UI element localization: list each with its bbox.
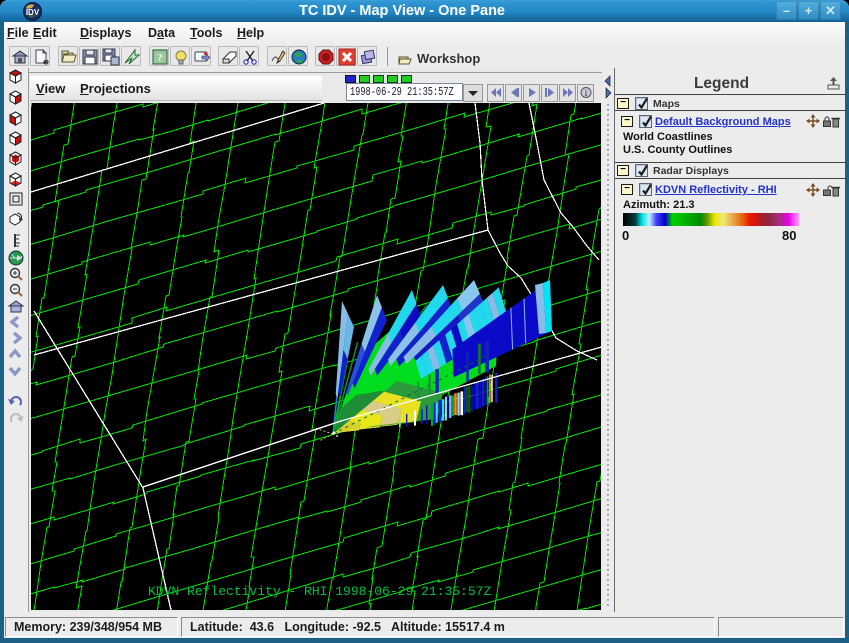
svg-text:?: ? xyxy=(157,52,163,64)
svg-text:KDVN Reflectivity - RHI 1998-0: KDVN Reflectivity - RHI 1998-06-29 21:35… xyxy=(148,584,491,599)
svg-text:IDV: IDV xyxy=(26,8,40,17)
